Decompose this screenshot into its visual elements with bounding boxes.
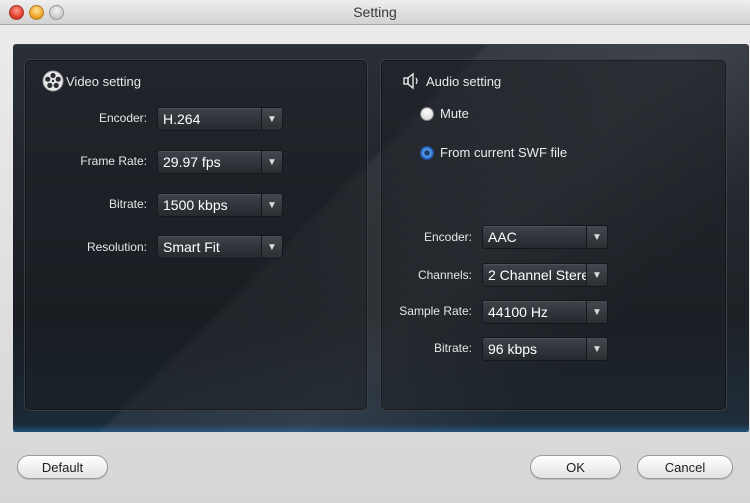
resolution-value: Smart Fit xyxy=(163,239,220,255)
video-encoder-label: Encoder: xyxy=(98,111,147,125)
video-setting-title: Video setting xyxy=(66,73,141,89)
video-bitrate-select[interactable]: 1500 kbps ▼ xyxy=(157,193,283,217)
channels-value: 2 Channel Stereo xyxy=(488,267,586,283)
chevron-down-icon: ▼ xyxy=(586,301,607,323)
resolution-label: Resolution: xyxy=(86,240,147,254)
speaker-icon xyxy=(402,72,424,90)
chevron-down-icon: ▼ xyxy=(261,194,282,216)
video-encoder-select[interactable]: H.264 ▼ xyxy=(157,107,283,131)
audio-setting-title: Audio setting xyxy=(426,73,502,89)
video-bitrate-label: Bitrate: xyxy=(108,197,147,211)
window-title: Setting xyxy=(353,4,397,20)
resolution-select[interactable]: Smart Fit ▼ xyxy=(157,235,283,259)
frame-rate-select[interactable]: 29.97 fps ▼ xyxy=(157,150,283,174)
audio-setting-heading: Audio setting xyxy=(402,72,501,90)
audio-setting-panel: Audio setting Mute From current SWF file… xyxy=(380,59,727,411)
video-encoder-value: H.264 xyxy=(163,111,201,127)
settings-content: Video setting Encoder: H.264 ▼ Frame Rat… xyxy=(13,44,749,432)
mute-radio[interactable] xyxy=(420,106,434,121)
frame-rate-label: Frame Rate: xyxy=(80,154,147,168)
title-bar: Setting xyxy=(0,0,750,25)
chevron-down-icon: ▼ xyxy=(586,264,607,286)
ok-button[interactable]: OK xyxy=(530,455,621,479)
film-reel-icon xyxy=(42,70,64,92)
channels-select[interactable]: 2 Channel Stereo ▼ xyxy=(482,263,608,287)
chevron-down-icon: ▼ xyxy=(586,226,607,248)
audio-encoder-value: AAC xyxy=(488,229,517,245)
video-setting-panel: Video setting Encoder: H.264 ▼ Frame Rat… xyxy=(24,59,368,411)
audio-bitrate-value: 96 kbps xyxy=(488,341,538,357)
default-button[interactable]: Default xyxy=(17,455,108,479)
from-swf-radio[interactable] xyxy=(420,145,434,160)
cancel-button[interactable]: Cancel xyxy=(637,455,733,479)
video-bitrate-value: 1500 kbps xyxy=(163,197,228,213)
sample-rate-label: Sample Rate: xyxy=(399,304,472,318)
channels-label: Channels: xyxy=(417,268,472,282)
frame-rate-value: 29.97 fps xyxy=(163,154,221,170)
sample-rate-value: 44100 Hz xyxy=(488,304,548,320)
mute-label: Mute xyxy=(440,106,469,121)
audio-bitrate-select[interactable]: 96 kbps ▼ xyxy=(482,337,608,361)
from-swf-label: From current SWF file xyxy=(440,145,568,160)
audio-encoder-label: Encoder: xyxy=(423,230,472,244)
mute-option[interactable]: Mute xyxy=(420,106,469,121)
from-swf-option[interactable]: From current SWF file xyxy=(420,145,567,160)
chevron-down-icon: ▼ xyxy=(261,236,282,258)
sample-rate-select[interactable]: 44100 Hz ▼ xyxy=(482,300,608,324)
audio-encoder-select[interactable]: AAC ▼ xyxy=(482,225,608,249)
chevron-down-icon: ▼ xyxy=(261,108,282,130)
chevron-down-icon: ▼ xyxy=(586,338,607,360)
audio-bitrate-label: Bitrate: xyxy=(433,341,472,355)
chevron-down-icon: ▼ xyxy=(261,151,282,173)
setting-window: Setting Video setting Encoder: H.264 ▼ F… xyxy=(0,0,750,503)
video-setting-heading: Video setting xyxy=(42,70,141,92)
